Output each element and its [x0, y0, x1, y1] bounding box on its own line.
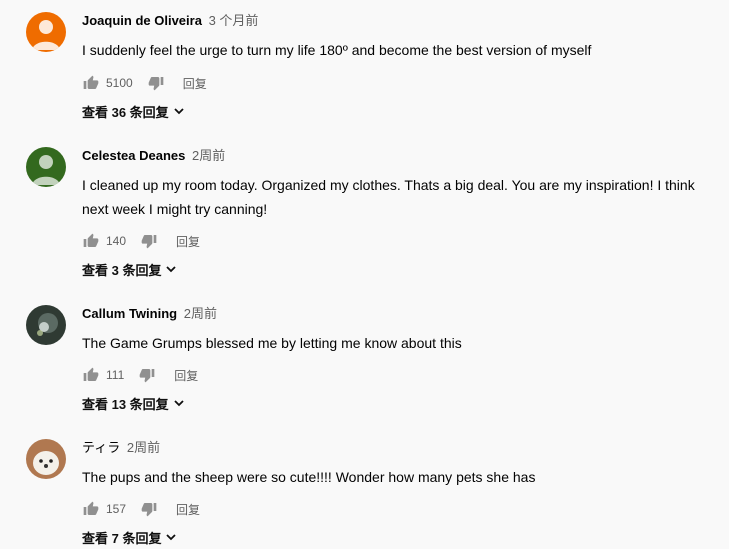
avatar[interactable] [26, 147, 66, 187]
view-replies-label: 查看 36 条回复 [82, 104, 169, 120]
avatar[interactable] [26, 305, 66, 345]
comment-time[interactable]: 2周前 [184, 306, 217, 321]
comment-text: I cleaned up my room today. Organized my… [82, 177, 695, 217]
comment-header: ティラ 2周前 [82, 439, 160, 457]
comment-header: Joaquin de Oliveira 3 个月前 [82, 12, 258, 30]
comment-text: The Game Grumps blessed me by letting me… [82, 335, 462, 351]
author-name[interactable]: Callum Twining [82, 306, 177, 321]
thumbs-up-icon[interactable] [82, 500, 100, 518]
comment-actions: 140 回复 [82, 231, 200, 251]
like-count: 5100 [106, 76, 133, 90]
comment-actions: 111 回复 [82, 365, 198, 385]
thumbs-up-icon[interactable] [82, 232, 100, 250]
comment-actions: 5100 回复 [82, 73, 207, 93]
view-replies-label: 查看 13 条回复 [82, 396, 169, 412]
view-replies-label: 查看 3 条回复 [82, 262, 162, 278]
author-name[interactable]: Joaquin de Oliveira [82, 13, 202, 28]
chevron-down-icon [165, 263, 177, 275]
comment-time[interactable]: 2周前 [127, 440, 160, 455]
comment-text: The pups and the sheep were so cute!!!! … [82, 469, 536, 485]
reply-button[interactable]: 回复 [183, 75, 207, 92]
thumbs-down-icon[interactable] [138, 366, 156, 384]
author-name[interactable]: Celestea Deanes [82, 148, 185, 163]
avatar[interactable] [26, 12, 66, 52]
thumbs-down-icon[interactable] [147, 74, 165, 92]
thumbs-down-icon[interactable] [140, 500, 158, 518]
thumbs-down-icon[interactable] [140, 232, 158, 250]
chevron-down-icon [173, 397, 185, 409]
thumbs-up-icon[interactable] [82, 74, 100, 92]
like-count: 111 [106, 368, 125, 382]
comment-text: I suddenly feel the urge to turn my life… [82, 42, 592, 58]
like-count: 140 [106, 234, 127, 248]
chevron-down-icon [173, 105, 185, 117]
comment-time[interactable]: 3 个月前 [209, 13, 259, 28]
comment-actions: 157 回复 [82, 499, 200, 519]
thumbs-up-icon[interactable] [82, 366, 100, 384]
view-replies-label: 查看 7 条回复 [82, 530, 162, 546]
comment-time[interactable]: 2周前 [192, 148, 225, 163]
like-count: 157 [106, 502, 127, 516]
view-replies-button[interactable]: 查看 7 条回复 [82, 527, 177, 547]
reply-button[interactable]: 回复 [176, 501, 200, 518]
author-name[interactable]: ティラ [82, 440, 120, 455]
comment-header: Callum Twining 2周前 [82, 305, 217, 323]
chevron-down-icon [165, 531, 177, 543]
reply-button[interactable]: 回复 [176, 233, 200, 250]
view-replies-button[interactable]: 查看 36 条回复 [82, 101, 185, 121]
comment-header: Celestea Deanes 2周前 [82, 147, 225, 165]
avatar[interactable] [26, 439, 66, 479]
view-replies-button[interactable]: 查看 13 条回复 [82, 393, 185, 413]
reply-button[interactable]: 回复 [174, 367, 198, 384]
view-replies-button[interactable]: 查看 3 条回复 [82, 259, 177, 279]
